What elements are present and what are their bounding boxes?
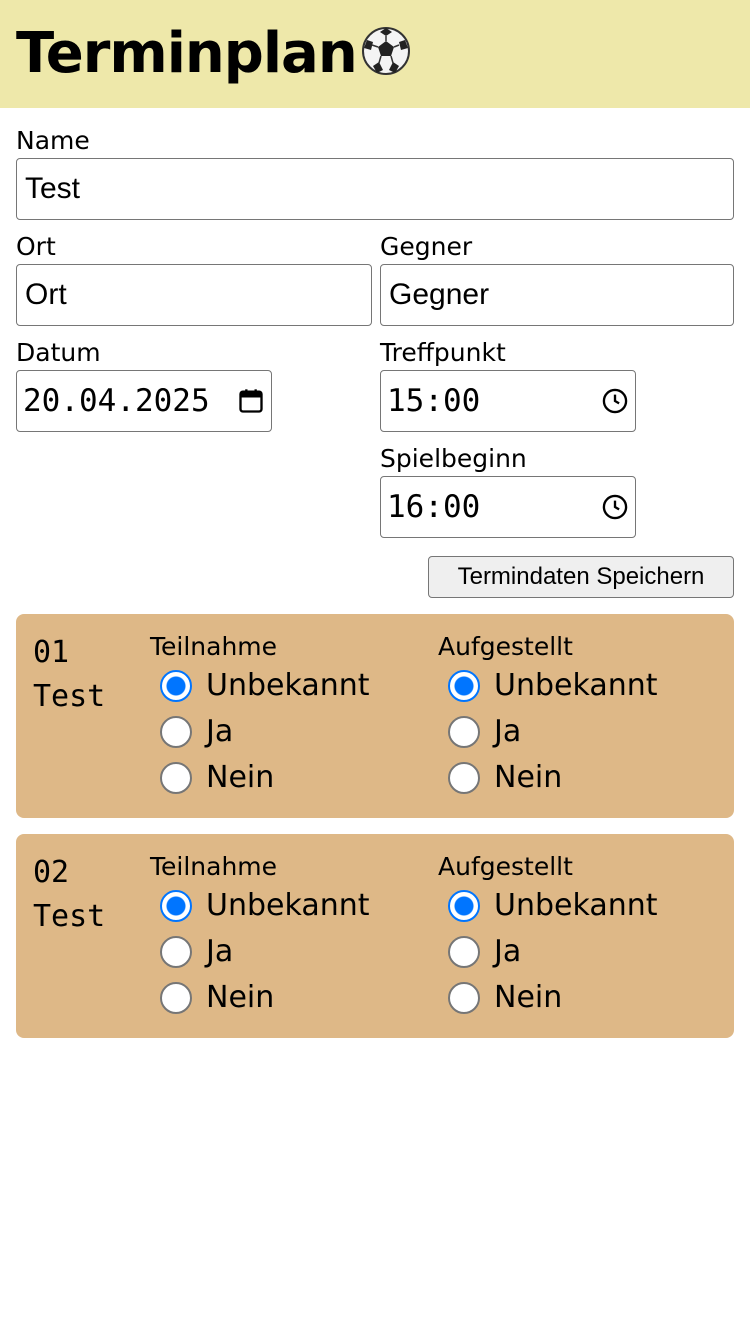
radio-button[interactable] — [160, 936, 192, 968]
radio-button-selected[interactable] — [160, 890, 192, 922]
option-label: Unbekannt — [206, 888, 370, 923]
option-label: Nein — [206, 980, 275, 1015]
calendar-icon[interactable] — [237, 387, 265, 415]
aufgestellt-option-ja[interactable]: Ja — [448, 936, 521, 968]
aufgestellt-option-nein[interactable]: Nein — [448, 762, 562, 794]
datum-label: Datum — [16, 338, 101, 367]
soccer-ball-icon — [361, 27, 410, 75]
clock-icon[interactable] — [601, 387, 629, 415]
option-label: Unbekannt — [494, 888, 658, 923]
teilnahme-option-ja[interactable]: Ja — [160, 936, 233, 968]
gegner-input[interactable]: Gegner — [380, 264, 734, 326]
teilnahme-option-unbekannt[interactable]: Unbekannt — [160, 890, 370, 922]
radio-button-selected[interactable] — [160, 670, 192, 702]
radio-button-selected[interactable] — [448, 670, 480, 702]
aufgestellt-heading: Aufgestellt — [438, 632, 573, 661]
teilnahme-heading: Teilnahme — [150, 632, 278, 661]
option-label: Nein — [494, 760, 563, 795]
option-label: Ja — [494, 934, 522, 969]
name-label: Name — [16, 126, 90, 155]
aufgestellt-option-nein[interactable]: Nein — [448, 982, 562, 1014]
spielbeginn-value: 16:00 — [387, 489, 481, 525]
name-input[interactable]: Test — [16, 158, 734, 220]
teilnahme-option-ja[interactable]: Ja — [160, 716, 233, 748]
option-label: Ja — [206, 934, 234, 969]
player-card: 01 Test Teilnahme Unbekannt Ja Nein Aufg… — [16, 614, 734, 818]
datum-input[interactable]: 20.04.2025 — [16, 370, 272, 432]
save-button[interactable]: Termindaten Speichern — [428, 556, 734, 598]
option-label: Ja — [494, 714, 522, 749]
player-number: 02 — [33, 855, 70, 890]
gegner-label: Gegner — [380, 232, 473, 261]
player-name: Test — [33, 679, 106, 714]
header: Terminplan — [0, 0, 750, 108]
player-number: 01 — [33, 635, 70, 670]
radio-button[interactable] — [160, 762, 192, 794]
option-label: Unbekannt — [494, 668, 658, 703]
radio-button[interactable] — [448, 982, 480, 1014]
treffpunkt-label: Treffpunkt — [380, 338, 506, 367]
spielbeginn-label: Spielbeginn — [380, 444, 527, 473]
ort-value: Ort — [25, 278, 67, 311]
datum-value: 20.04.2025 — [23, 383, 210, 419]
option-label: Nein — [206, 760, 275, 795]
clock-icon[interactable] — [601, 493, 629, 521]
radio-button[interactable] — [448, 762, 480, 794]
aufgestellt-option-unbekannt[interactable]: Unbekannt — [448, 670, 658, 702]
treffpunkt-input[interactable]: 15:00 — [380, 370, 636, 432]
teilnahme-option-nein[interactable]: Nein — [160, 762, 274, 794]
name-value: Test — [25, 172, 81, 205]
ort-input[interactable]: Ort — [16, 264, 372, 326]
teilnahme-option-unbekannt[interactable]: Unbekannt — [160, 670, 370, 702]
player-name: Test — [33, 899, 106, 934]
option-label: Ja — [206, 714, 234, 749]
aufgestellt-option-ja[interactable]: Ja — [448, 716, 521, 748]
gegner-value: Gegner — [389, 278, 490, 311]
player-card: 02 Test Teilnahme Unbekannt Ja Nein Aufg… — [16, 834, 734, 1038]
radio-button[interactable] — [160, 716, 192, 748]
aufgestellt-heading: Aufgestellt — [438, 852, 573, 881]
ort-label: Ort — [16, 232, 56, 261]
radio-button[interactable] — [448, 936, 480, 968]
treffpunkt-value: 15:00 — [387, 383, 481, 419]
teilnahme-heading: Teilnahme — [150, 852, 278, 881]
page-title: Terminplan — [16, 21, 358, 86]
option-label: Nein — [494, 980, 563, 1015]
radio-button[interactable] — [448, 716, 480, 748]
spielbeginn-input[interactable]: 16:00 — [380, 476, 636, 538]
radio-button[interactable] — [160, 982, 192, 1014]
radio-button-selected[interactable] — [448, 890, 480, 922]
option-label: Unbekannt — [206, 668, 370, 703]
aufgestellt-option-unbekannt[interactable]: Unbekannt — [448, 890, 658, 922]
teilnahme-option-nein[interactable]: Nein — [160, 982, 274, 1014]
